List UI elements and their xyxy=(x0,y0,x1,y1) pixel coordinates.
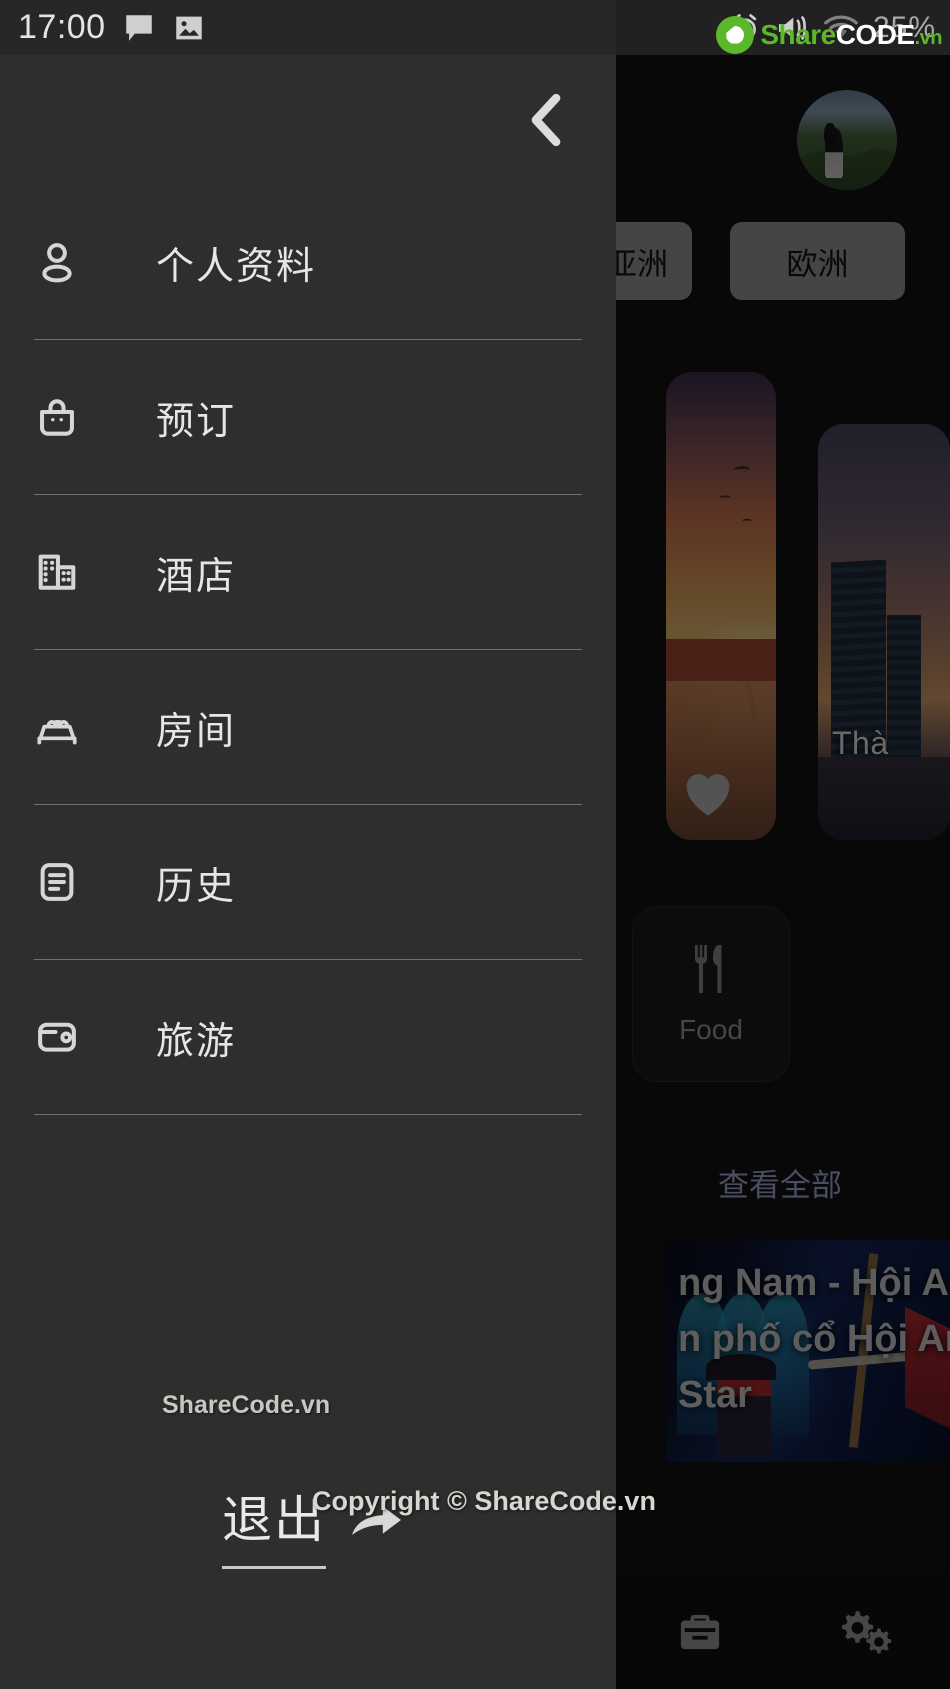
chevron-left-icon[interactable] xyxy=(518,81,574,159)
menu-item-history[interactable]: 历史 xyxy=(34,805,582,959)
person-icon xyxy=(34,239,110,285)
navigation-drawer: 个人资料 预订 酒店 房间 历史 旅游 ShareCode.vn 退出 xyxy=(0,55,616,1689)
menu-item-label: 房间 xyxy=(156,710,237,753)
menu-item-label: 历史 xyxy=(156,865,237,908)
watermark-copyright: Copyright © ShareCode.vn xyxy=(312,1486,656,1516)
building-icon xyxy=(34,549,110,595)
menu-item-label: 酒店 xyxy=(156,555,237,598)
drawer-scrim-overlay[interactable] xyxy=(616,0,950,1689)
watermark-site: ShareCode.vn xyxy=(162,1391,331,1419)
menu-item-booking[interactable]: 预订 xyxy=(34,340,582,494)
drawer-menu-list: 个人资料 预订 酒店 房间 历史 旅游 xyxy=(0,185,616,1115)
drawer-header xyxy=(0,55,616,185)
menu-item-room[interactable]: 房间 xyxy=(34,650,582,804)
phone-screen: 亚洲 欧洲 Thà Food xyxy=(0,0,950,1689)
menu-item-travel[interactable]: 旅游 xyxy=(34,960,582,1114)
menu-item-label: 个人资料 xyxy=(156,245,317,288)
drawer-spacer: ShareCode.vn 退出 xyxy=(0,1115,616,1689)
logout-label: 退出 xyxy=(222,1480,326,1569)
bag-icon xyxy=(34,394,110,440)
document-icon xyxy=(34,859,110,905)
menu-item-label: 旅游 xyxy=(156,1020,237,1063)
menu-item-label: 预订 xyxy=(156,400,237,443)
menu-item-hotel[interactable]: 酒店 xyxy=(34,495,582,649)
menu-item-profile[interactable]: 个人资料 xyxy=(34,185,582,339)
bed-icon xyxy=(34,704,110,750)
wallet-icon xyxy=(34,1014,110,1060)
